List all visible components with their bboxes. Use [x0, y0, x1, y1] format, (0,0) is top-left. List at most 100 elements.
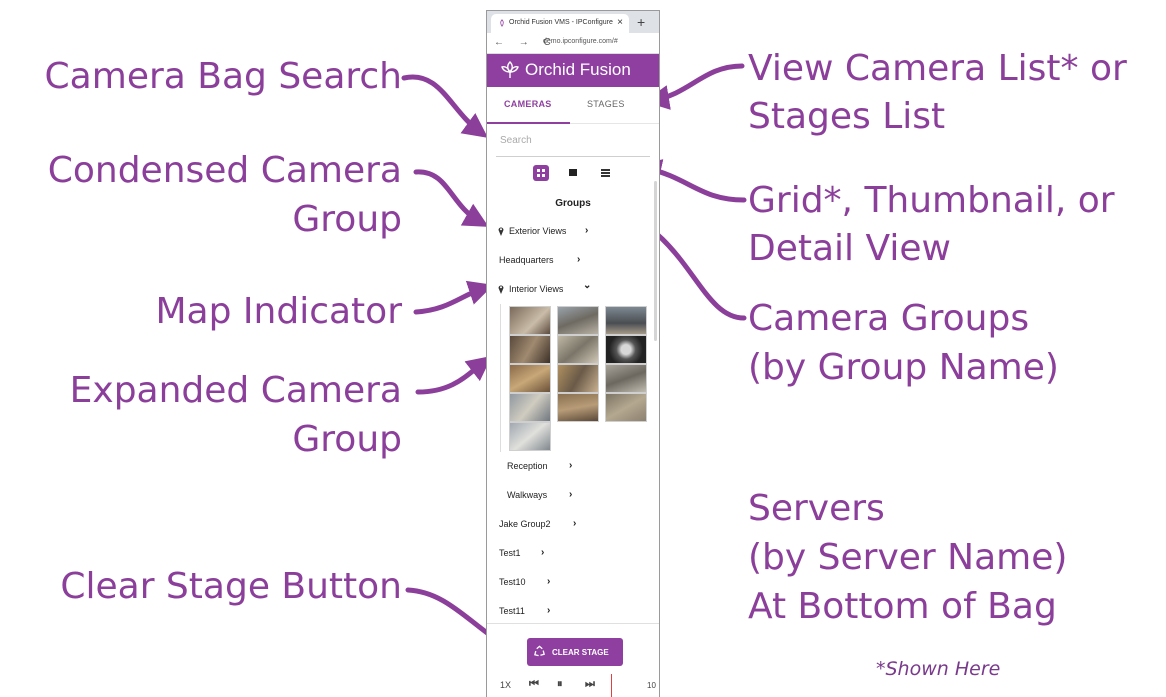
servers-label-line3: At Bottom of Bag: [748, 586, 1057, 627]
tab-stages[interactable]: STAGES: [587, 99, 625, 109]
browser-tab[interactable]: Orchid Fusion VMS - IPConfigure ×: [491, 14, 629, 33]
camera-thumbnail[interactable]: [557, 364, 599, 393]
view-list-label-line1: View Camera List* or: [748, 48, 1127, 89]
browser-window: Orchid Fusion VMS - IPConfigure × + ← → …: [486, 10, 660, 697]
bag-footer: CLEAR STAGE 1X ⏮ ⏸ ⏭ 10: [487, 623, 659, 697]
new-tab-button[interactable]: +: [637, 14, 645, 30]
arrow-expanded: [415, 355, 492, 395]
app-header: Orchid Fusion: [487, 54, 659, 87]
group-row-headquarters[interactable]: Headquarters ›: [487, 246, 659, 275]
camera-thumbnail[interactable]: [605, 364, 647, 393]
search-input[interactable]: Search: [496, 124, 650, 157]
chevron-right-icon[interactable]: ›: [541, 547, 544, 558]
group-label: Interior Views: [509, 284, 564, 294]
camera-thumbnail[interactable]: [557, 393, 599, 422]
expanded-group-label-line1: Expanded Camera: [69, 370, 402, 411]
timeline-value: 10: [647, 681, 656, 690]
chevron-right-icon[interactable]: ›: [577, 254, 580, 265]
expanded-group-label-line2: Group: [292, 419, 402, 460]
map-pin-icon: [498, 227, 504, 236]
playback-speed[interactable]: 1X: [500, 680, 511, 690]
view-list-label-line2: Stages List: [748, 96, 946, 137]
group-row-test11[interactable]: Test11 ›: [487, 597, 659, 626]
arrow-view-list: [644, 63, 745, 110]
chevron-right-icon[interactable]: ›: [569, 460, 572, 471]
search-placeholder: Search: [500, 135, 532, 146]
tab-cameras[interactable]: CAMERAS: [504, 99, 552, 109]
camera-thumbnail[interactable]: [509, 393, 551, 422]
timeline-marker: [611, 674, 612, 697]
group-row-walkways[interactable]: Walkways ›: [487, 481, 659, 510]
servers-label-line1: Servers: [748, 488, 885, 529]
group-label: Test11: [499, 606, 525, 616]
group-row-jake-group2[interactable]: Jake Group2 ›: [487, 510, 659, 539]
grid-view-label-line1: Grid*, Thumbnail, or: [748, 180, 1115, 221]
camera-thumbnail[interactable]: [509, 422, 551, 451]
bag-scrollbar[interactable]: [654, 181, 657, 341]
url-text[interactable]: demo.ipconfigure.com/#: [543, 38, 618, 45]
chevron-right-icon[interactable]: ›: [585, 225, 588, 236]
shown-here-note: *Shown Here: [876, 658, 1001, 680]
orchid-logo-icon: [501, 61, 519, 78]
group-row-test10[interactable]: Test10 ›: [487, 568, 659, 597]
group-label: Reception: [507, 461, 548, 471]
camera-bag-search-label: Camera Bag Search: [44, 56, 402, 97]
group-row-exterior-views[interactable]: Exterior Views ›: [487, 217, 659, 246]
bag-tabs: CAMERAS STAGES: [487, 87, 659, 124]
chevron-right-icon[interactable]: ›: [569, 489, 572, 500]
clear-stage-button[interactable]: CLEAR STAGE: [527, 638, 623, 666]
pause-icon[interactable]: ⏸: [557, 678, 563, 691]
arrow-map: [413, 280, 494, 315]
camera-groups-label-line1: Camera Groups: [748, 298, 1030, 339]
condensed-group-label-line1: Condensed Camera: [47, 150, 402, 191]
close-tab-icon[interactable]: ×: [617, 17, 623, 28]
group-row-interior-views[interactable]: Interior Views ⌄: [487, 275, 659, 304]
playback-controls: 1X ⏮ ⏸ ⏭ 10: [487, 674, 659, 697]
brand-name: Orchid Fusion: [525, 60, 631, 79]
group-label: Walkways: [507, 490, 548, 500]
group-label: Jake Group2: [499, 519, 551, 529]
map-indicator-label: Map Indicator: [155, 291, 403, 332]
grid-view-icon[interactable]: [533, 165, 549, 181]
detail-view-icon[interactable]: [598, 165, 614, 181]
camera-thumbnail[interactable]: [557, 306, 599, 335]
group-label: Headquarters: [499, 255, 554, 265]
group-tree-line: [500, 304, 501, 452]
arrow-search: [401, 74, 489, 138]
servers-label-line2: (by Server Name): [748, 537, 1068, 578]
chevron-right-icon[interactable]: ›: [573, 518, 576, 529]
camera-thumbnail[interactable]: [509, 364, 551, 393]
skip-back-icon[interactable]: ⏮: [529, 678, 539, 691]
camera-thumbnail[interactable]: [605, 393, 647, 422]
recycle-icon: [534, 645, 545, 657]
clear-stage-label: CLEAR STAGE: [552, 648, 609, 657]
browser-tab-title: Orchid Fusion VMS - IPConfigure: [509, 19, 613, 26]
camera-thumbnail[interactable]: [557, 335, 599, 364]
browser-tab-bar: Orchid Fusion VMS - IPConfigure × +: [487, 11, 659, 33]
map-pin-icon: [498, 285, 504, 294]
group-row-reception[interactable]: Reception ›: [487, 452, 659, 481]
condensed-group-label-line2: Group: [292, 199, 402, 240]
expanded-camera-thumbnails: [487, 304, 659, 452]
chevron-right-icon[interactable]: ›: [547, 576, 550, 587]
orchid-favicon-icon: [500, 19, 504, 27]
arrow-grid: [636, 159, 747, 203]
chevron-down-icon[interactable]: ⌄: [583, 280, 591, 291]
address-bar[interactable]: ← → C demo.ipconfigure.com/#: [487, 33, 659, 54]
chevron-right-icon[interactable]: ›: [547, 605, 550, 616]
skip-forward-icon[interactable]: ⏭: [585, 678, 595, 691]
grid-view-label-line2: Detail View: [748, 228, 951, 269]
clear-stage-button-label: Clear Stage Button: [60, 566, 402, 607]
camera-thumbnail[interactable]: [605, 306, 647, 335]
camera-groups-label-line2: (by Group Name): [748, 347, 1059, 388]
group-label: Test10: [499, 577, 526, 587]
groups-heading: Groups: [555, 198, 591, 209]
group-row-test1[interactable]: Test1 ›: [487, 539, 659, 568]
group-label: Test1: [499, 548, 521, 558]
camera-thumbnail[interactable]: [605, 335, 647, 364]
view-mode-buttons: [487, 157, 659, 191]
group-label: Exterior Views: [509, 226, 567, 236]
camera-thumbnail[interactable]: [509, 335, 551, 364]
thumbnail-view-icon[interactable]: [565, 165, 581, 181]
camera-thumbnail[interactable]: [509, 306, 551, 335]
